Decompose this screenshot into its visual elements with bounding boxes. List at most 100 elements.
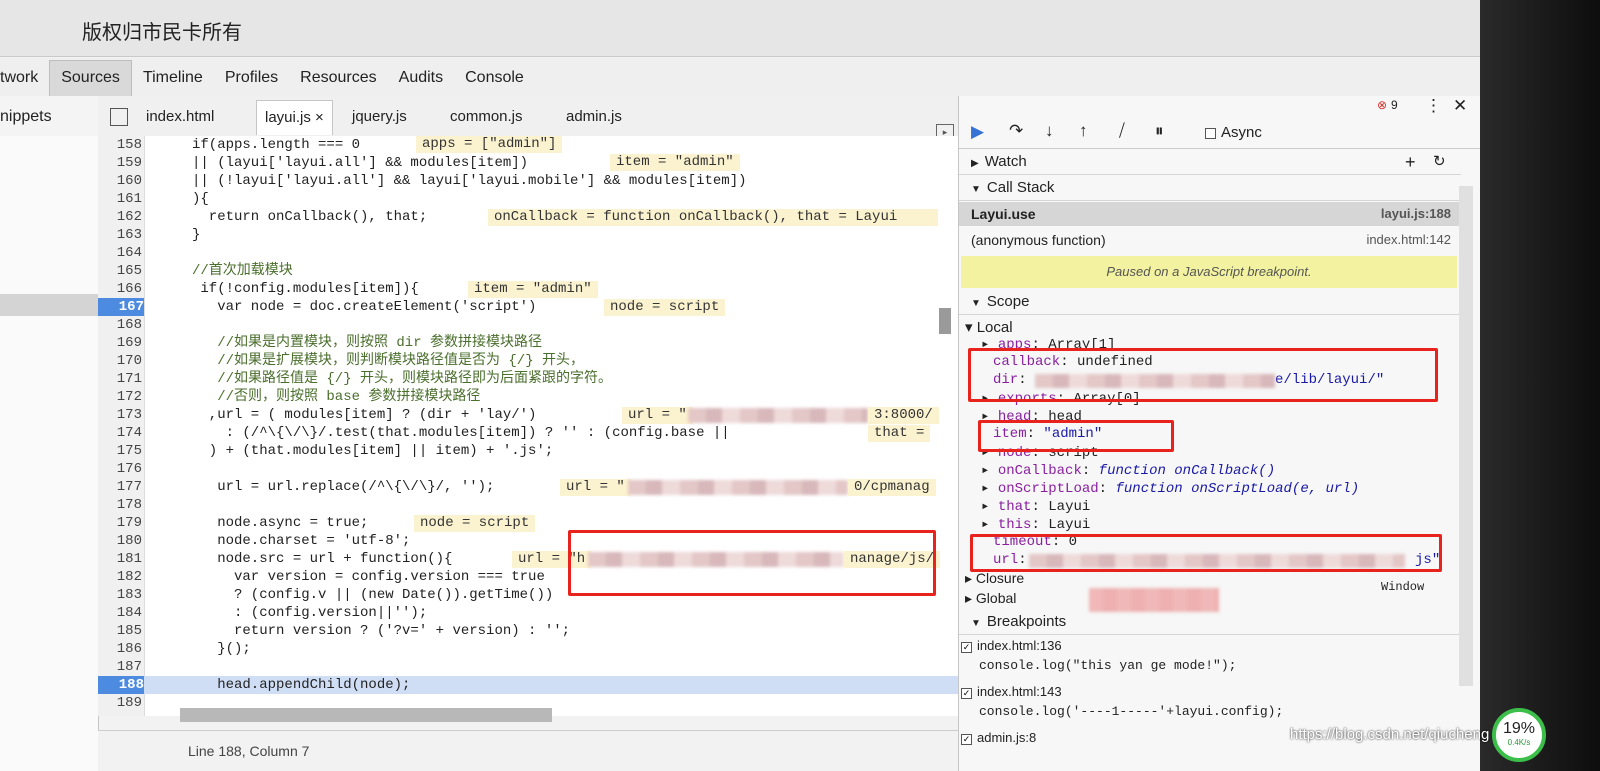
tab-timeline[interactable]: Timeline (132, 61, 214, 96)
breakpoint-file[interactable]: index.html:136 (977, 638, 1062, 653)
line-number[interactable]: 178 (98, 496, 142, 514)
tab-common-js[interactable]: common.js (450, 108, 523, 125)
line-number[interactable]: 168 (98, 316, 142, 334)
tab-profiles[interactable]: Profiles (214, 61, 289, 96)
local-scope-header[interactable]: ▾ Local (965, 318, 1013, 336)
line-number[interactable]: 186 (98, 640, 142, 658)
more-options-icon[interactable]: ⋮ (1425, 96, 1442, 116)
line-number[interactable]: 182 (98, 568, 142, 586)
snippets-tab[interactable]: nippets (0, 96, 99, 136)
line-number[interactable]: 177 (98, 478, 142, 496)
breakpoint-checkbox[interactable]: ✓ (961, 642, 972, 653)
code-text: var node = doc.createElement('script') (192, 299, 537, 315)
error-count[interactable]: 9 (1391, 98, 1398, 112)
pause-on-exceptions-icon[interactable]: ⏸ (1155, 121, 1164, 141)
breakpoint-checkbox[interactable]: ✓ (961, 734, 972, 745)
toggle-navigator-icon[interactable] (110, 108, 128, 126)
line-number[interactable]: 158 (98, 136, 142, 154)
frame-location[interactable]: layui.js:188 (1381, 202, 1451, 226)
line-number[interactable]: 176 (98, 460, 142, 478)
breakpoints-section-header[interactable]: ▼ Breakpoints (959, 610, 1461, 635)
code-line-160: 160 || (!layui['layui.all'] && layui['lay… (98, 172, 958, 190)
code-line-165: 165 //首次加载模块 (98, 262, 958, 280)
line-number[interactable]: 179 (98, 514, 142, 532)
tab-sources[interactable]: Sources (49, 60, 132, 96)
global-scope-header[interactable]: ▸ Global (965, 590, 1016, 607)
navigator-selected-row[interactable] (0, 294, 98, 316)
breakpoint-checkbox[interactable]: ✓ (961, 688, 972, 699)
highlight-box-item (978, 420, 1174, 452)
tab-jquery-js[interactable]: jquery.js (352, 108, 407, 125)
var-key: onScriptLoad (997, 481, 1099, 497)
line-number[interactable]: 170 (98, 352, 142, 370)
frame-location[interactable]: index.html:142 (1366, 228, 1451, 252)
closure-scope-header[interactable]: ▸ Closure (965, 570, 1024, 587)
line-number[interactable]: 160 (98, 172, 142, 190)
step-out-icon[interactable]: ↑ (1079, 121, 1088, 141)
editor-horizontal-scrollbar[interactable] (180, 708, 552, 722)
scope-section-header[interactable]: ▼ Scope (959, 290, 1461, 315)
step-into-icon[interactable]: ↓ (1045, 121, 1054, 141)
inline-value: node = script (414, 515, 536, 532)
line-number[interactable]: 184 (98, 604, 142, 622)
watch-section-header[interactable]: ▶ Watch + ↻ (959, 150, 1461, 175)
code-text: || (layui['layui.all'] && modules[item]) (192, 155, 529, 171)
scope-var-oncallback[interactable]: ▸ onCallback: function onCallback() (981, 462, 1275, 479)
line-number[interactable]: 189 (98, 694, 142, 712)
code-text: return onCallback(), that; (192, 209, 428, 225)
scrollbar-thumb[interactable] (939, 308, 951, 334)
editor-vertical-scrollbar[interactable] (936, 156, 951, 676)
add-watch-icon[interactable]: + (1405, 150, 1416, 174)
step-over-icon[interactable]: ↷ (1009, 121, 1023, 141)
deactivate-breakpoints-icon[interactable]: ⧸ (1119, 121, 1125, 141)
tab-console[interactable]: Console (454, 61, 535, 96)
line-number[interactable]: 175 (98, 442, 142, 460)
call-frame[interactable]: Layui.use layui.js:188 (959, 202, 1461, 226)
var-key: that (997, 499, 1032, 515)
line-number[interactable]: 166 (98, 280, 142, 298)
scope-var-this[interactable]: ▸ this: Layui (981, 516, 1090, 533)
sidebar-scrollbar[interactable] (1459, 186, 1473, 686)
tab-resources[interactable]: Resources (289, 61, 387, 96)
line-number[interactable]: 172 (98, 388, 142, 406)
line-number[interactable]: 171 (98, 370, 142, 388)
line-number[interactable]: 183 (98, 586, 142, 604)
code-line-168: 168 (98, 316, 958, 334)
code-text: ,url = ( modules[item] ? (dir + 'lay/') (192, 407, 537, 423)
line-number[interactable]: 161 (98, 190, 142, 208)
code-editor[interactable]: 158 if(apps.length === 0 159 || (layui['la… (98, 136, 958, 716)
breakpoint-file[interactable]: admin.js:8 (977, 730, 1036, 745)
code-line-186: 186 }(); (98, 640, 958, 658)
close-icon[interactable]: ✕ (1453, 96, 1467, 116)
line-number[interactable]: 174 (98, 424, 142, 442)
line-number[interactable]: 165 (98, 262, 142, 280)
frame-name: Layui.use (971, 206, 1036, 222)
line-number[interactable]: 169 (98, 334, 142, 352)
breakpoint-marker[interactable]: 188 (98, 676, 144, 694)
call-stack-section-header[interactable]: ▼ Call Stack (959, 176, 1461, 201)
tab-network[interactable]: twork (0, 61, 49, 96)
line-number[interactable]: 181 (98, 550, 142, 568)
breakpoint-marker[interactable]: 167 (98, 298, 144, 316)
tab-layui-js[interactable]: layui.js × (256, 100, 333, 135)
resume-icon[interactable]: ▶ (971, 122, 984, 142)
scope-var-that[interactable]: ▸ that: Layui (981, 498, 1090, 515)
line-number[interactable]: 173 (98, 406, 142, 424)
tab-index-html[interactable]: index.html (146, 108, 214, 125)
line-number[interactable]: 159 (98, 154, 142, 172)
line-number[interactable]: 187 (98, 658, 142, 676)
line-number[interactable]: 162 (98, 208, 142, 226)
call-frame[interactable]: (anonymous function) index.html:142 (959, 228, 1461, 252)
refresh-icon[interactable]: ↻ (1433, 150, 1446, 174)
tab-admin-js[interactable]: admin.js (566, 108, 622, 125)
async-checkbox[interactable] (1205, 128, 1216, 139)
frame-name: (anonymous function) (971, 232, 1106, 248)
breakpoint-file[interactable]: index.html:143 (977, 684, 1062, 699)
line-number[interactable]: 180 (98, 532, 142, 550)
scope-var-onscriptload[interactable]: ▸ onScriptLoad: function onScriptLoad(e,… (981, 480, 1359, 497)
line-number[interactable]: 164 (98, 244, 142, 262)
line-number[interactable]: 163 (98, 226, 142, 244)
line-number[interactable]: 185 (98, 622, 142, 640)
code-line-174: 174 : (/^\{\/\}/.test(that.modules[item]… (98, 424, 958, 442)
tab-audits[interactable]: Audits (388, 61, 454, 96)
